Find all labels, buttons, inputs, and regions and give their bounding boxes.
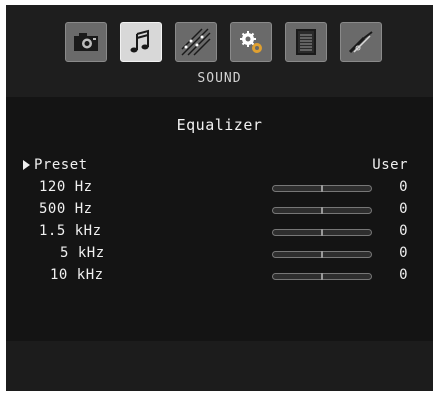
band-label: 5 kHz: [60, 245, 105, 261]
band-value: 0: [399, 245, 408, 261]
band-label: 120 Hz: [39, 179, 93, 195]
band-row-5khz[interactable]: 5 kHz 0: [6, 243, 433, 263]
slider-thumb[interactable]: [321, 229, 323, 236]
band-row-10khz[interactable]: 10 kHz 0: [6, 265, 433, 285]
band-slider[interactable]: [272, 207, 372, 214]
category-bar: SOUND: [6, 5, 433, 97]
equalizer-title: Equalizer: [176, 116, 263, 134]
slider-thumb[interactable]: [321, 251, 323, 258]
band-slider[interactable]: [272, 251, 372, 258]
picture-category-button[interactable]: [65, 22, 107, 62]
band-row-1-5khz[interactable]: 1.5 kHz 0: [6, 221, 433, 241]
preset-value: User: [372, 157, 408, 173]
slider-thumb[interactable]: [321, 273, 323, 280]
document-icon: [296, 29, 316, 55]
selection-arrow-icon: [23, 160, 30, 170]
info-category-button[interactable]: [285, 22, 327, 62]
band-value: 0: [399, 201, 408, 217]
band-value: 0: [399, 179, 408, 195]
tv-menu-screen: SOUND Equalizer Preset User 120 Hz 0 500…: [0, 0, 439, 396]
band-slider[interactable]: [272, 229, 372, 236]
preset-label: Preset: [34, 157, 88, 173]
slider-thumb[interactable]: [321, 185, 323, 192]
band-value: 0: [399, 267, 408, 283]
preset-row[interactable]: Preset User: [6, 155, 433, 175]
menu-panel: SOUND Equalizer Preset User 120 Hz 0 500…: [6, 5, 433, 391]
tools-icon: [348, 31, 373, 54]
camera-icon: [74, 33, 98, 51]
band-label: 10 kHz: [50, 267, 104, 283]
broadcast-stars-icon: [181, 28, 211, 56]
tools-category-button[interactable]: [340, 22, 382, 62]
band-row-500hz[interactable]: 500 Hz 0: [6, 199, 433, 219]
setup-category-button[interactable]: [230, 22, 272, 62]
settings-category-button[interactable]: [175, 22, 217, 62]
footer-bar: [6, 341, 433, 391]
band-row-120hz[interactable]: 120 Hz 0: [6, 177, 433, 197]
sound-category-button[interactable]: [120, 22, 162, 62]
band-slider[interactable]: [272, 185, 372, 192]
band-slider[interactable]: [272, 273, 372, 280]
band-value: 0: [399, 223, 408, 239]
category-label: SOUND: [197, 71, 242, 86]
band-label: 500 Hz: [39, 201, 93, 217]
band-label: 1.5 kHz: [39, 223, 102, 239]
music-note-icon: [130, 29, 149, 53]
gears-icon: [240, 31, 262, 53]
slider-thumb[interactable]: [321, 207, 323, 214]
